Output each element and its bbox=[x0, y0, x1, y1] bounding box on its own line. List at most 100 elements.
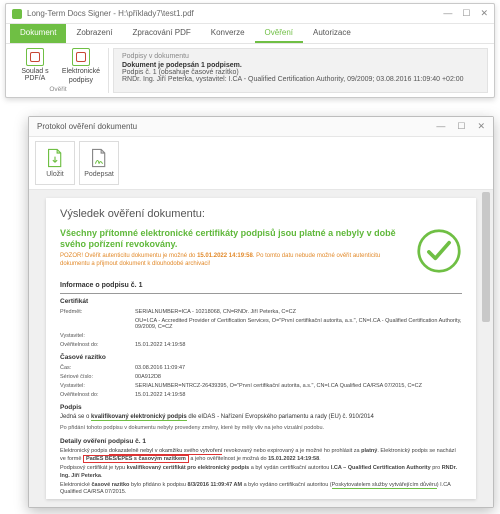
d1d: platný bbox=[361, 448, 377, 454]
signatures-panel-headline: Dokument je podepsán 1 podpisem. bbox=[122, 62, 242, 69]
sign-button-label: Podepsat bbox=[84, 171, 114, 178]
signatures-panel: Podpisy v dokumentu Dokument je podepsán… bbox=[113, 48, 488, 93]
close-icon[interactable]: ✕ bbox=[480, 8, 488, 19]
ribbon-btn-signatures[interactable]: Elektronické podpisy bbox=[58, 48, 104, 85]
ts-serial-k: Sériové číslo: bbox=[60, 373, 135, 382]
d3e: a bylo vydáno certifikační autoritou ( bbox=[242, 482, 332, 488]
ribbon-btn-signatures-label1: Elektronické bbox=[62, 68, 100, 75]
ts-time-v: 03.08.2016 11:09:47 bbox=[135, 364, 462, 373]
cert-subject-k: Předmět: bbox=[60, 308, 135, 317]
page-save-icon bbox=[46, 148, 64, 168]
signatures-panel-caption: Podpisy v dokumentu bbox=[122, 53, 479, 60]
d3d: 8/3/2016 11:09:47 AM bbox=[188, 482, 243, 488]
protocol-body: Výsledek ověření dokumentu: Všechny přít… bbox=[29, 190, 493, 507]
cert-valid-v: 15.01.2022 14:19:58 bbox=[135, 341, 462, 350]
sig-line: Jedná se o kvalifikovaný elektronický po… bbox=[60, 414, 462, 424]
status-banner: Všechny přítomné elektronické certifikát… bbox=[60, 228, 462, 274]
sig-pre: Jedná se o bbox=[60, 414, 91, 420]
d2b: kvalifikovaný certifikát pro elektronick… bbox=[127, 465, 250, 471]
status-heading: Všechny přítomné elektronické certifikát… bbox=[60, 228, 406, 250]
main-window: Long-Term Docs Signer - H:\příklady7\tes… bbox=[5, 3, 495, 98]
warn-date: 15.01.2022 14:19:58 bbox=[197, 253, 253, 259]
ribbon-separator bbox=[108, 48, 109, 93]
ribbon-body: Soulad s PDF/A Elektronické podpisy Ověř… bbox=[6, 44, 494, 97]
minimize-icon[interactable]: — bbox=[436, 121, 445, 132]
cert-subject-v: SERIALNUMBER=ICA - 10218068, CN=RNDr. Ji… bbox=[135, 308, 462, 317]
subhead-ts: Časové razítko bbox=[60, 354, 462, 362]
protocol-window-buttons: — ☐ ✕ bbox=[436, 121, 485, 132]
page-sign-icon bbox=[90, 148, 108, 168]
d1i: . bbox=[319, 456, 321, 462]
d3a: Elektronické bbox=[60, 482, 92, 488]
tab-zpracovani[interactable]: Zpracování PDF bbox=[123, 24, 201, 43]
scrollbar-thumb[interactable] bbox=[482, 192, 490, 322]
maximize-icon[interactable]: ☐ bbox=[457, 121, 465, 132]
status-warning: POZOR! Ověřit autenticitu dokumentu je m… bbox=[60, 253, 406, 268]
tab-dokument[interactable]: Dokument bbox=[10, 24, 66, 43]
tab-overeni[interactable]: Ověření bbox=[255, 24, 303, 43]
pdfa-icon bbox=[26, 48, 44, 66]
ribbon-btn-signatures-label2: podpisy bbox=[69, 77, 93, 84]
d1a: Elektronický podpis bbox=[60, 448, 109, 454]
cert-valid-k: Ověřitelnost do: bbox=[60, 341, 135, 350]
d1f: PadES BES/EPES s časovým razítkem bbox=[83, 455, 189, 463]
ts-time-k: Čas: bbox=[60, 364, 135, 373]
warn-pre: POZOR! Ověřit autenticitu dokumentu je m… bbox=[60, 253, 197, 259]
protocol-titlebar: Protokol ověření dokumentu — ☐ ✕ bbox=[29, 117, 493, 137]
scrollbar[interactable] bbox=[481, 192, 491, 505]
check-circle-icon bbox=[416, 228, 462, 274]
d1c: revokovaný nebo expirovaný a je možné ho… bbox=[222, 448, 361, 454]
ts-issuer-v: SERIALNUMBER=NTRCZ-26439395, O="První ce… bbox=[135, 382, 462, 391]
ts-valid-k: Ověřitelnost do: bbox=[60, 391, 135, 400]
ribbon-btn-pdfa[interactable]: Soulad s PDF/A bbox=[12, 48, 58, 85]
save-button[interactable]: Uložit bbox=[35, 141, 75, 185]
d1h: 15.01.2022 14:19:58 bbox=[268, 456, 319, 462]
protocol-title: Protokol ověření dokumentu bbox=[37, 122, 137, 131]
d2c: a byl vydán certifikační autoritou bbox=[249, 465, 331, 471]
tab-zobrazeni[interactable]: Zobrazení bbox=[66, 24, 122, 43]
d3f: Poskytovatelem služby vytvářejícím důvěr… bbox=[332, 482, 437, 489]
ts-table: Čas: 03.08.2016 11:09:47 Sériové číslo: … bbox=[60, 364, 462, 400]
maximize-icon[interactable]: ☐ bbox=[462, 8, 470, 19]
page-title: Výsledek ověření dokumentu: bbox=[60, 208, 462, 222]
ts-issuer-k: Vystavitel: bbox=[60, 382, 135, 391]
cert-issuer-k: Vystavitel: bbox=[60, 332, 135, 341]
protocol-toolbar: Uložit Podepsat bbox=[29, 137, 493, 190]
details-block: Elektronický podpis dokazatelně nebyl v … bbox=[60, 448, 462, 497]
ribbon-section-label: Ověřit bbox=[49, 86, 66, 93]
cert-table: Předmět: SERIALNUMBER=ICA - 10218068, CN… bbox=[60, 308, 462, 350]
app-icon bbox=[12, 9, 22, 19]
d3b: časové razítko bbox=[92, 482, 130, 488]
close-icon[interactable]: ✕ bbox=[477, 121, 485, 132]
main-title: Long-Term Docs Signer - H:\příklady7\tes… bbox=[27, 9, 194, 18]
section-info: Informace o podpisu č. 1 bbox=[60, 282, 462, 294]
tab-autorizace[interactable]: Autorizace bbox=[303, 24, 361, 43]
sig-post: dle eIDAS - Nařízení Evropského parlamen… bbox=[187, 414, 374, 420]
d1g: a jeho ověřitelnost je možná do bbox=[189, 456, 268, 462]
ribbon-tabs: Dokument Zobrazení Zpracování PDF Konver… bbox=[6, 24, 494, 44]
signatures-icon bbox=[72, 48, 90, 66]
d2a: Podpisový certifikát je typu bbox=[60, 465, 127, 471]
d2d: I.CA – Qualified Certification Authority bbox=[331, 465, 431, 471]
cert-issuer-ou: OU=I.CA - Accredited Provider of Certifi… bbox=[135, 317, 462, 333]
signatures-panel-line2: RNDr. Ing. Jiří Peterka, vystavitel: I.C… bbox=[122, 76, 479, 83]
minimize-icon[interactable]: — bbox=[443, 8, 452, 19]
ts-serial-v: 00A912D8 bbox=[135, 373, 462, 382]
save-button-label: Uložit bbox=[46, 171, 64, 178]
subhead-sig: Podpis bbox=[60, 404, 462, 412]
subhead-details: Detaily ověření podpisu č. 1 bbox=[60, 438, 462, 446]
signatures-panel-line1: Podpis č. 1 (obsahuje časové razítko) bbox=[122, 69, 479, 76]
tab-konverze[interactable]: Konverze bbox=[201, 24, 255, 43]
ts-valid-v: 15.01.2022 14:19:58 bbox=[135, 391, 462, 400]
d2g: . bbox=[101, 473, 103, 479]
protocol-page: Výsledek ověření dokumentu: Všechny přít… bbox=[46, 198, 476, 499]
main-titlebar: Long-Term Docs Signer - H:\příklady7\tes… bbox=[6, 4, 494, 24]
protocol-window: Protokol ověření dokumentu — ☐ ✕ Uložit … bbox=[28, 116, 494, 508]
sig-bold: kvalifikovaný elektronický podpis bbox=[91, 414, 187, 421]
ribbon-btn-pdfa-label: Soulad s PDF/A bbox=[12, 68, 58, 83]
sig-note: Po přidání tohoto podpisu v dokumentu ne… bbox=[60, 425, 462, 432]
d2e: pro bbox=[431, 465, 442, 471]
subhead-cert: Certifikát bbox=[60, 298, 462, 306]
d3c: bylo přidáno k podpisu bbox=[129, 482, 187, 488]
sign-button[interactable]: Podepsat bbox=[79, 141, 119, 185]
